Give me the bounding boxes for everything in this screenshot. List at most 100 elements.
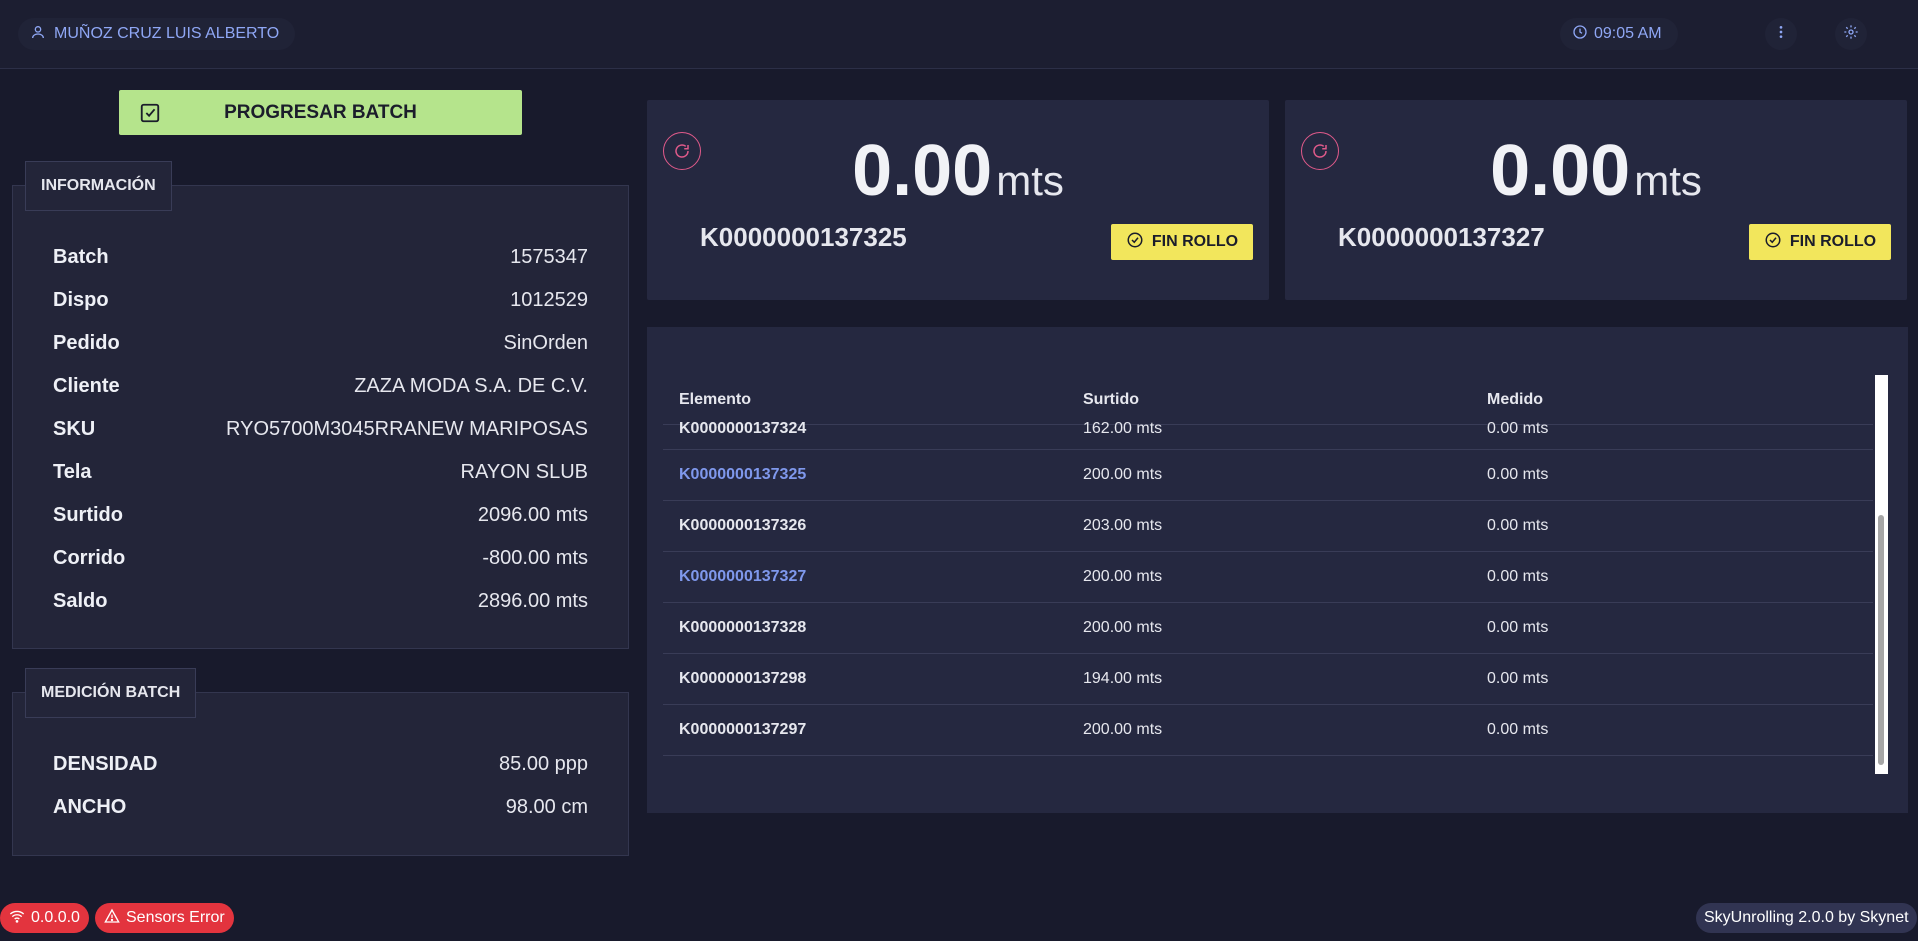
table-row[interactable]: K0000000137326 203.00 mts 0.00 mts <box>663 501 1873 552</box>
cell-elemento: K0000000137324 <box>679 420 807 437</box>
info-label: Batch <box>53 245 109 268</box>
sensors-error-chip: Sensors Error <box>95 903 234 933</box>
info-label: Corrido <box>53 546 126 569</box>
info-value: ZAZA MODA S.A. DE C.V. <box>354 374 588 397</box>
info-value: -800.00 mts <box>482 546 588 569</box>
info-label: Tela <box>53 460 92 483</box>
info-row-sku: SKU RYO5700M3045RRANEW MARIPOSAS <box>53 414 588 444</box>
progress-batch-button[interactable]: PROGRESAR BATCH <box>119 90 522 135</box>
fin-rollo-button[interactable]: FIN ROLLO <box>1111 224 1253 260</box>
info-value: SinOrden <box>503 331 589 354</box>
measure-row-density: DENSIDAD 85.00 ppp <box>53 749 588 779</box>
info-row-cliente: Cliente ZAZA MODA S.A. DE C.V. <box>53 371 588 401</box>
cell-surtido: 200.00 mts <box>1083 619 1163 636</box>
info-value: RYO5700M3045RRANEW MARIPOSAS <box>226 417 588 440</box>
cell-surtido: 200.00 mts <box>1083 568 1163 585</box>
column-header-surtido[interactable]: Surtido <box>1083 391 1139 409</box>
warning-icon <box>104 908 120 929</box>
cell-elemento: K0000000137298 <box>679 670 807 687</box>
info-label: Surtido <box>53 503 123 526</box>
roll-id: K0000000137327 <box>1338 222 1545 252</box>
cell-medido: 0.00 mts <box>1487 721 1549 738</box>
elements-table-panel: Elemento Surtido Medido K0000000137324 1… <box>647 327 1908 813</box>
user-chip[interactable]: MUÑOZ CRUZ LUIS ALBERTO <box>18 18 296 50</box>
table-row[interactable]: K0000000137325 200.00 mts 0.00 mts <box>663 450 1873 501</box>
table-row[interactable]: K0000000137327 200.00 mts 0.00 mts <box>663 552 1873 603</box>
check-circle-icon <box>1126 231 1144 254</box>
info-label: Cliente <box>53 374 120 397</box>
roll-measure-unit: mts <box>996 157 1064 204</box>
column-header-elemento[interactable]: Elemento <box>679 391 751 409</box>
more-menu-button[interactable] <box>1765 18 1797 50</box>
clock-time: 09:05 AM <box>1594 25 1662 42</box>
cell-elemento: K0000000137328 <box>679 619 807 636</box>
info-value: RAYON SLUB <box>460 460 588 483</box>
info-label: Dispo <box>53 288 109 311</box>
info-label: SKU <box>53 417 96 440</box>
table-row[interactable]: K0000000137324 162.00 mts 0.00 mts <box>663 409 1873 450</box>
roll-measure-value: 0.00 <box>852 131 993 211</box>
roll-card-2: 0.00mts K0000000137327 FIN ROLLO <box>1285 100 1907 300</box>
roll-measure-value: 0.00 <box>1490 131 1631 211</box>
clock-icon <box>1572 24 1588 45</box>
clock-chip: 09:05 AM <box>1560 18 1678 50</box>
scrollbar-thumb[interactable] <box>1878 515 1884 765</box>
info-label: Saldo <box>53 589 108 612</box>
cell-medido: 0.00 mts <box>1487 670 1549 687</box>
settings-button[interactable] <box>1835 18 1867 50</box>
wifi-icon <box>9 908 25 929</box>
measurement-panel-title: MEDICIÓN BATCH <box>25 668 197 718</box>
table-row[interactable]: K0000000137297 200.00 mts 0.00 mts <box>663 705 1873 756</box>
cell-medido: 0.00 mts <box>1487 568 1549 585</box>
table-row[interactable]: K0000000137328 200.00 mts 0.00 mts <box>663 603 1873 654</box>
check-circle-icon <box>1764 231 1782 254</box>
info-value: 2096.00 mts <box>477 503 588 526</box>
info-row-pedido: Pedido SinOrden <box>53 328 588 358</box>
info-row-batch: Batch 1575347 <box>53 242 588 272</box>
fin-rollo-button[interactable]: FIN ROLLO <box>1749 224 1891 260</box>
info-row-surtido: Surtido 2096.00 mts <box>53 500 588 530</box>
network-status-chip: 0.0.0.0 <box>0 903 89 933</box>
info-value: 1575347 <box>510 245 588 268</box>
cell-elemento: K0000000137327 <box>679 568 807 585</box>
info-panel-title: INFORMACIÓN <box>25 161 172 211</box>
info-value: 2896.00 mts <box>477 589 588 612</box>
roll-measure-unit: mts <box>1634 157 1702 204</box>
measure-label: ANCHO <box>53 795 127 818</box>
table-row[interactable]: K0000000137298 194.00 mts 0.00 mts <box>663 654 1873 705</box>
check-square-icon <box>139 102 161 130</box>
measure-value: 85.00 ppp <box>499 752 588 775</box>
user-icon <box>30 24 46 45</box>
cell-surtido: 162.00 mts <box>1083 420 1163 437</box>
ip-address: 0.0.0.0 <box>31 909 80 926</box>
cell-elemento: K0000000137325 <box>679 466 807 483</box>
measure-value: 98.00 cm <box>505 795 588 818</box>
cell-medido: 0.00 mts <box>1487 420 1549 437</box>
user-name: MUÑOZ CRUZ LUIS ALBERTO <box>54 25 280 42</box>
info-row-corrido: Corrido -800.00 mts <box>53 543 588 573</box>
roll-measure: 0.00mts <box>1285 130 1907 212</box>
info-row-tela: Tela RAYON SLUB <box>53 457 588 487</box>
measurement-panel: MEDICIÓN BATCH DENSIDAD 85.00 ppp ANCHO … <box>12 668 629 856</box>
cell-surtido: 200.00 mts <box>1083 466 1163 483</box>
table-scrollbar[interactable] <box>1875 375 1888 774</box>
measure-row-width: ANCHO 98.00 cm <box>53 792 588 822</box>
cell-surtido: 194.00 mts <box>1083 670 1163 687</box>
progress-batch-label: PROGRESAR BATCH <box>224 101 417 123</box>
elements-table: Elemento Surtido Medido K0000000137324 1… <box>663 375 1888 774</box>
cell-elemento: K0000000137297 <box>679 721 807 738</box>
info-row-dispo: Dispo 1012529 <box>53 285 588 315</box>
version-chip: SkyUnrolling 2.0.0 by Skynet <box>1696 903 1917 933</box>
fin-rollo-label: FIN ROLLO <box>1151 233 1239 250</box>
measure-label: DENSIDAD <box>53 752 158 775</box>
roll-measure: 0.00mts <box>647 130 1269 212</box>
info-panel: INFORMACIÓN Batch 1575347 Dispo 1012529 … <box>12 161 629 649</box>
top-bar: MUÑOZ CRUZ LUIS ALBERTO 09:05 AM <box>0 0 1918 69</box>
cell-medido: 0.00 mts <box>1487 619 1549 636</box>
cell-surtido: 203.00 mts <box>1083 517 1163 534</box>
roll-id: K0000000137325 <box>700 222 907 252</box>
column-header-medido[interactable]: Medido <box>1487 391 1543 409</box>
gear-icon <box>1843 24 1859 45</box>
cell-medido: 0.00 mts <box>1487 517 1549 534</box>
cell-medido: 0.00 mts <box>1487 466 1549 483</box>
